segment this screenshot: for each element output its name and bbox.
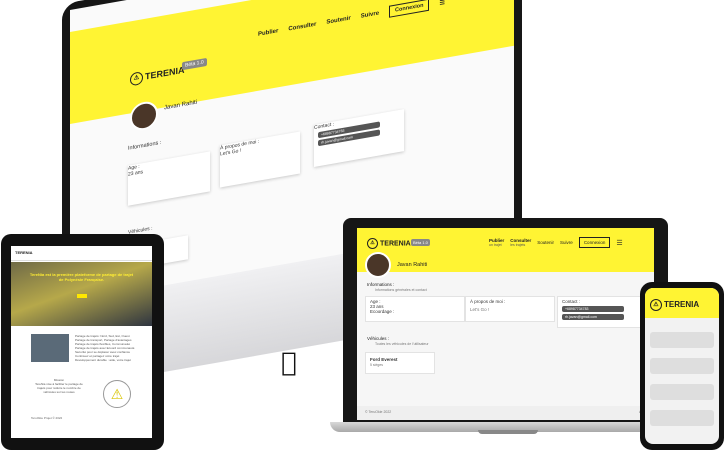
phone-pill[interactable]: +68987734783 xyxy=(562,306,624,312)
contact-label: Contact : xyxy=(562,299,581,304)
about-label: À propos de moi : xyxy=(470,299,506,304)
nav-soutenir[interactable]: Soutenir xyxy=(537,240,554,245)
terenia-logo-icon: ⚠ xyxy=(650,299,662,311)
tablet-screen: TERENIA TereNia est la première platefor… xyxy=(11,246,152,438)
nav-publier[interactable]: Publier un trajet xyxy=(489,238,504,247)
brand-name: TERENIA xyxy=(380,240,411,248)
info-title: Informations : xyxy=(128,139,162,152)
tablet-text-block: Partage de trajets: Nord, Sud, Est, Oues… xyxy=(75,334,137,362)
vehicles-title: Véhicules : xyxy=(367,336,390,341)
vehicle-card[interactable]: Ford Everest 5 sièges xyxy=(365,352,435,374)
about-value: Let's Go ! xyxy=(470,307,490,312)
tablet-footer: TeruOkie Projet © 2022 xyxy=(31,416,63,420)
tablet-nav: TERENIA xyxy=(11,246,152,261)
phone-placeholder-row xyxy=(650,332,714,348)
phone-screen: ⚠ TERENIA xyxy=(645,288,719,444)
footer-copyright: © TeruOkie 2022 xyxy=(365,410,392,414)
ecoordage-label: Ecoordage : xyxy=(370,309,395,314)
tablet-line: Développement durable : aide, votre traj… xyxy=(75,358,131,362)
avatar xyxy=(365,252,391,278)
terenia-logo-icon: ⚠ xyxy=(130,71,143,87)
nav-suivre[interactable]: Suivre xyxy=(560,240,573,245)
phone-placeholder-row xyxy=(650,410,714,426)
nav-publier-sub: un trajet xyxy=(489,243,502,247)
tablet-brand[interactable]: TERENIA xyxy=(15,250,33,255)
age-card: Age :23 ans xyxy=(128,151,210,206)
email-pill[interactable]: rh.javan@gmail.com xyxy=(562,314,624,320)
brand-logo[interactable]: ⚠ TERENIA xyxy=(367,238,411,249)
tablet-mission-text: TereNia vise à faciliter le partage de t… xyxy=(35,382,83,394)
vehicle-name: Ford Everest xyxy=(370,357,398,362)
profile-name: Javan Rahiti xyxy=(397,262,428,268)
tablet-hero-text: TereNia est la première plateforme de pa… xyxy=(29,272,134,282)
info-title: Informations : xyxy=(367,282,395,287)
version-badge: Béta 1.0 xyxy=(411,239,430,246)
contact-card: Contact : +68987734783 rh.javan@gmail.co… xyxy=(557,296,647,328)
vehicle-seats: 5 sièges xyxy=(370,363,384,367)
contact-card: Contact : +68987734783 rh.javan@gmail.com xyxy=(314,109,404,167)
about-card: À propos de moi : Let's Go ! xyxy=(220,131,300,188)
info-subtitle: Informations générales et contact xyxy=(375,288,427,292)
tablet-hero-button[interactable] xyxy=(77,294,87,298)
connect-button[interactable]: Connexion xyxy=(578,237,611,248)
tablet-mission: Mission TereNia vise à faciliter le parta… xyxy=(31,378,87,394)
tablet-photo xyxy=(31,334,69,362)
phone-brand-logo[interactable]: ⚠ TERENIA xyxy=(650,299,699,311)
vehicles-subtitle: Toutes les véhicules de l'utilisateur xyxy=(375,342,429,346)
terenia-logo-icon: ⚠ xyxy=(367,238,378,249)
footer: © TeruOkie 2022 Aide xyxy=(357,406,654,420)
nav-consulter-sub: les trajets xyxy=(510,243,526,247)
main-nav: Publier un trajet Consulter les trajets So… xyxy=(489,237,623,248)
hamburger-icon[interactable]: ☰ xyxy=(616,239,622,247)
apple-logo-icon:  xyxy=(281,348,297,378)
phone-placeholder-row xyxy=(650,358,714,374)
nav-soutenir[interactable]: Soutenir xyxy=(326,16,350,26)
laptop-notch xyxy=(478,430,538,434)
age-card: Age : 23 ans Ecoordage : xyxy=(365,296,465,322)
hamburger-icon[interactable]: ☰ xyxy=(439,0,444,6)
nav-suivre[interactable]: Suivre xyxy=(361,11,379,20)
nav-publier[interactable]: Publier xyxy=(258,28,278,38)
laptop-screen: ⚠ TERENIA Béta 1.0 Publier un trajet Consu… xyxy=(357,228,654,420)
phone-brand-name: TERENIA xyxy=(664,300,700,310)
nav-consulter[interactable]: Consulter xyxy=(288,22,316,33)
about-card: À propos de moi : Let's Go ! xyxy=(465,296,555,322)
phone-placeholder-row xyxy=(650,384,714,400)
nav-consulter[interactable]: Consulter les trajets xyxy=(510,238,531,247)
warning-sign-icon: ⚠ xyxy=(103,380,131,408)
